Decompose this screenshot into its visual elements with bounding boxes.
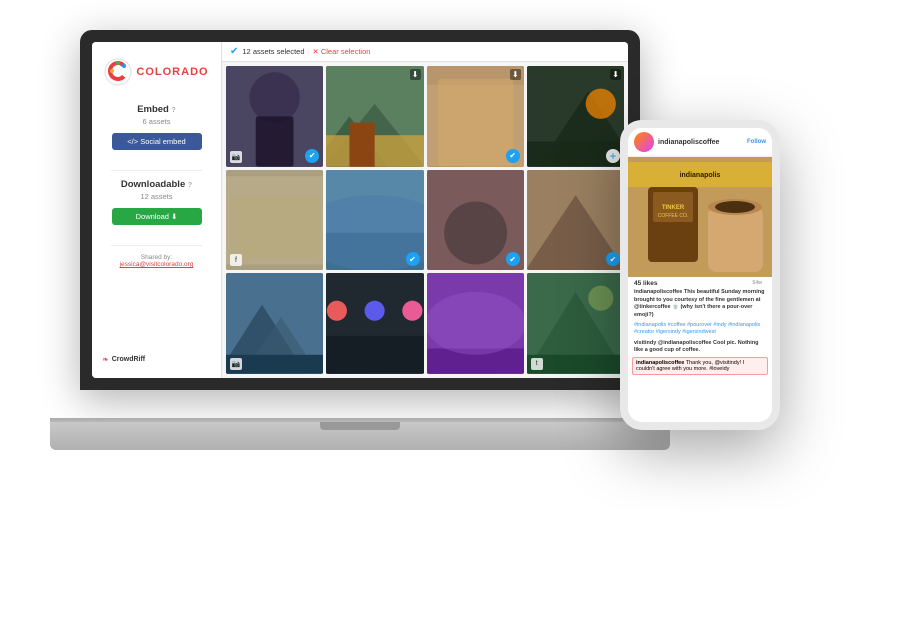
phone-post-image: TINKER COFFEE CO. indianapolis	[628, 157, 772, 277]
embed-label: Embed ?	[100, 104, 213, 115]
shared-by: Shared by: jessica@visitcolorado.org	[116, 254, 198, 268]
laptop-screen-inner: COLORADO Embed ? 6 assets Social embed D…	[92, 42, 628, 378]
sidebar-downloadable-section: Downloadable ? 12 assets Download ⬇	[100, 179, 213, 225]
instagram-icon-1: 📷	[230, 151, 242, 163]
laptop-screen-outer: COLORADO Embed ? 6 assets Social embed D…	[80, 30, 640, 390]
grid-item-1[interactable]: 📷 ✔	[226, 66, 323, 167]
selection-info: ✔ 12 assets selected	[230, 46, 305, 57]
social-embed-button[interactable]: Social embed	[112, 133, 202, 150]
crowdriff-icon: ❧	[102, 355, 109, 364]
sidebar: COLORADO Embed ? 6 assets Social embed D…	[92, 42, 222, 378]
grid-item-7[interactable]: ✔	[427, 170, 524, 271]
phone-mockup: indianapoliscoffee Follow TINKER COFFEE …	[620, 120, 780, 430]
downloadable-assets: 12 assets	[100, 192, 213, 201]
phone-username: indianapoliscoffee	[658, 139, 743, 146]
phone-hashtags: #indianapolis #coffee #pourover #indy #i…	[628, 321, 772, 338]
download-icon-4: ⬇	[610, 69, 621, 80]
phone-timestamp: 54w	[753, 280, 762, 286]
embed-assets: 6 assets	[100, 117, 213, 126]
scene: COLORADO Embed ? 6 assets Social embed D…	[0, 0, 900, 634]
crowdriff-text: CrowdRiff	[112, 356, 145, 363]
phone-avatar	[634, 132, 654, 152]
check-badge-1: ✔	[305, 149, 319, 163]
grid-item-2[interactable]: ⬇	[326, 66, 423, 167]
main-content: ✔ 12 assets selected ✕ Clear selection	[222, 42, 628, 378]
laptop-base	[50, 422, 670, 450]
phone-comment-highlight: indianapoliscoffee Thank you, @visitindy…	[632, 357, 768, 375]
colorado-logo-icon	[104, 58, 132, 86]
phone-caption: indianapoliscoffee This beautiful Sunday…	[628, 288, 772, 321]
grid-item-10[interactable]	[326, 273, 423, 374]
laptop-mockup: COLORADO Embed ? 6 assets Social embed D…	[50, 30, 670, 450]
grid-item-4[interactable]: ⬇ +	[527, 66, 624, 167]
instagram-icon-9: 📷	[230, 358, 242, 370]
svg-text:COFFEE CO.: COFFEE CO.	[658, 213, 689, 219]
top-bar: ✔ 12 assets selected ✕ Clear selection	[222, 42, 628, 62]
grid-item-12[interactable]: t	[527, 273, 624, 374]
check-badge-3: ✔	[506, 149, 520, 163]
logo-text: COLORADO	[136, 66, 208, 78]
comment1-username: visitindy	[634, 340, 656, 346]
caption-username: indianapoliscoffee	[634, 289, 682, 295]
check-icon: ✔	[230, 46, 238, 57]
grid-item-5[interactable]: f	[226, 170, 323, 271]
phone-follow-button[interactable]: Follow	[747, 139, 766, 145]
download-icon-3: ⬇	[510, 69, 521, 80]
phone-inner: indianapoliscoffee Follow TINKER COFFEE …	[628, 128, 772, 422]
svg-text:indianapolis: indianapolis	[680, 172, 721, 179]
sidebar-embed-section: Embed ? 6 assets Social embed	[100, 104, 213, 150]
divider-2	[111, 245, 201, 246]
grid-item-8[interactable]: ✔	[527, 170, 624, 271]
clear-selection-button[interactable]: ✕ Clear selection	[313, 47, 371, 56]
phone-post-header: indianapoliscoffee Follow	[628, 128, 772, 157]
grid-item-3[interactable]: ⬇ ✔	[427, 66, 524, 167]
divider-1	[111, 170, 201, 171]
svg-text:TINKER: TINKER	[662, 205, 685, 211]
twitter-icon-12: t	[531, 358, 543, 370]
check-badge-7: ✔	[506, 252, 520, 266]
shared-by-email[interactable]: jessica@visitcolorado.org	[120, 261, 194, 268]
selected-count: 12 assets selected	[242, 47, 304, 56]
crowdriff-logo: ❧ CrowdRiff	[102, 355, 145, 364]
downloadable-label: Downloadable ?	[100, 179, 213, 190]
check-badge-6: ✔	[406, 252, 420, 266]
grid-item-9[interactable]: 📷	[226, 273, 323, 374]
facebook-icon-5: f	[230, 254, 242, 266]
add-icon-4[interactable]: +	[606, 149, 620, 163]
download-icon-2: ⬇	[410, 69, 421, 80]
image-grid: 📷 ✔ ⬇	[222, 62, 628, 378]
download-button[interactable]: Download ⬇	[112, 208, 202, 225]
phone-likes: 45 likes 54w	[628, 277, 772, 288]
grid-item-6[interactable]: ✔	[326, 170, 423, 271]
grid-item-11[interactable]	[427, 273, 524, 374]
phone-comment-1: visitindy @indianapoliscoffee Cool pic. …	[628, 338, 772, 356]
logo-area: COLORADO	[104, 58, 208, 86]
